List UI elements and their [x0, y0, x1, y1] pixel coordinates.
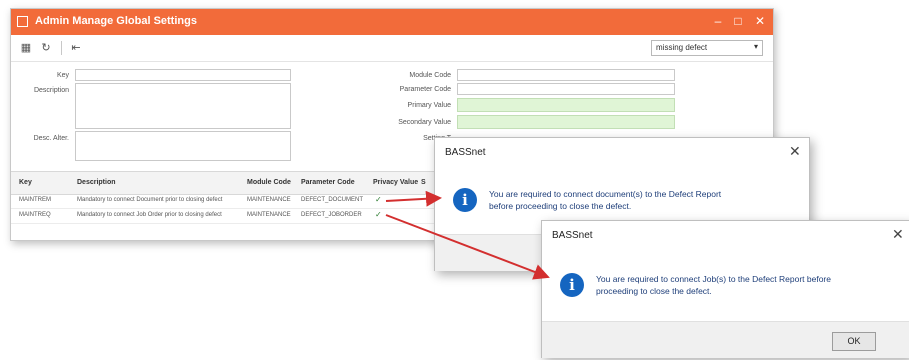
column-header-key[interactable]: Key [19, 179, 32, 186]
dialog-footer: OK [542, 321, 909, 358]
dialog-message-line: proceeding to close the defect. [596, 286, 712, 296]
parameter-code-field[interactable] [457, 83, 675, 95]
dialog-job-required: BASSnet ✕ i You are required to connect … [541, 220, 909, 358]
column-header-description[interactable]: Description [77, 179, 116, 186]
dialog-message-line: You are required to connect Job(s) to th… [596, 274, 831, 284]
cell-description: Mandatory to connect Document prior to c… [77, 197, 223, 203]
primary-value-field[interactable] [457, 98, 675, 112]
key-label: Key [56, 72, 69, 79]
key-field[interactable] [75, 69, 291, 81]
grid-icon[interactable]: ▦ [19, 41, 33, 55]
description-field[interactable] [75, 83, 291, 129]
info-icon: i [560, 273, 584, 297]
toolbar: ▦ ↻ ⇤ missing defect ▾ [11, 35, 773, 62]
refresh-icon[interactable]: ↻ [39, 41, 53, 55]
app-icon [17, 16, 28, 27]
window-title: Admin Manage Global Settings [35, 15, 197, 27]
cell-key: MAINTREQ [19, 212, 51, 218]
close-icon[interactable]: ✕ [789, 143, 801, 160]
module-code-label: Module Code [409, 72, 451, 79]
dialog-title: BASSnet [552, 230, 593, 241]
ok-button[interactable]: OK [832, 332, 876, 351]
parameter-code-label: Parameter Code [399, 86, 451, 93]
dialog-title: BASSnet [445, 147, 486, 158]
column-header-module-code[interactable]: Module Code [247, 179, 291, 186]
cell-parameter-code: DEFECT_DOCUMENT [301, 197, 364, 203]
secondary-value-field[interactable] [457, 115, 675, 129]
minimize-button[interactable]: – [707, 12, 729, 30]
close-button[interactable]: ✕ [749, 12, 771, 30]
filter-dropdown[interactable]: missing defect ▾ [651, 40, 763, 56]
column-header-parameter-code[interactable]: Parameter Code [301, 179, 355, 186]
cell-key: MAINTREM [19, 197, 51, 203]
dialog-message: You are required to connect document(s) … [489, 188, 799, 212]
check-icon[interactable]: ✓ [375, 195, 382, 204]
title-bar: Admin Manage Global Settings – □ ✕ [11, 9, 773, 35]
column-header-s[interactable]: S [421, 179, 426, 186]
cell-module-code: MAINTENANCE [247, 197, 291, 203]
exit-icon[interactable]: ⇤ [69, 41, 83, 55]
close-icon[interactable]: ✕ [892, 226, 904, 243]
info-icon: i [453, 188, 477, 212]
column-header-privacy-value[interactable]: Privacy Value [373, 179, 418, 186]
cell-description: Mandatory to connect Job Order prior to … [77, 212, 222, 218]
dialog-message: You are required to connect Job(s) to th… [596, 273, 902, 297]
description-label: Description [33, 87, 69, 94]
desc-alter-field[interactable] [75, 131, 291, 161]
check-icon[interactable]: ✓ [375, 210, 382, 219]
desc-alter-label: Desc. Alter. [33, 135, 69, 142]
dialog-message-line: before proceeding to close the defect. [489, 201, 632, 211]
secondary-value-label: Secondary Value [398, 119, 451, 126]
dialog-message-line: You are required to connect document(s) … [489, 189, 722, 199]
cell-module-code: MAINTENANCE [247, 212, 291, 218]
cell-parameter-code: DEFECT_JOBORDER [301, 212, 362, 218]
toolbar-separator [61, 41, 62, 55]
maximize-button[interactable]: □ [727, 12, 749, 30]
chevron-down-icon: ▾ [753, 42, 758, 51]
module-code-field[interactable] [457, 69, 675, 81]
primary-value-label: Primary Value [407, 102, 451, 109]
filter-value: missing defect [656, 43, 708, 52]
